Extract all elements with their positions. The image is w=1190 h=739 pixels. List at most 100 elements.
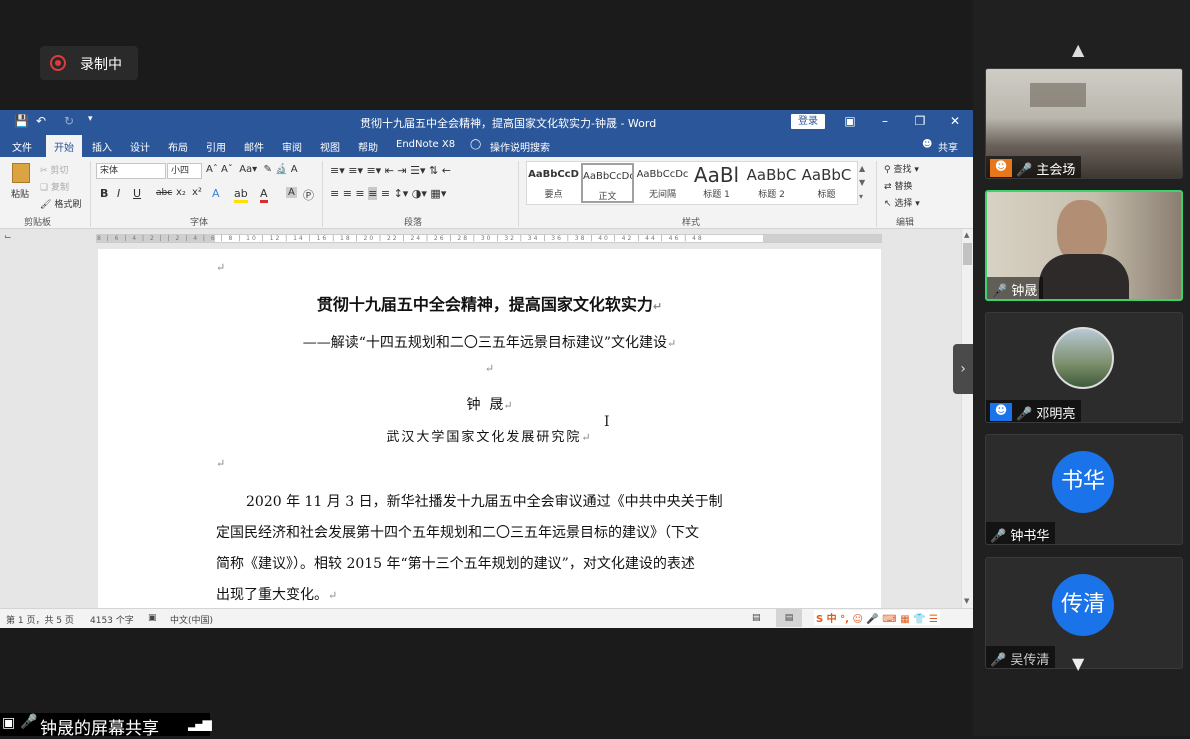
tab-view[interactable]: 视图 <box>320 139 340 154</box>
undo-icon[interactable]: ↶ <box>36 114 46 128</box>
font-name-select[interactable]: 宋体 <box>96 163 166 179</box>
italic-icon[interactable]: I <box>117 187 120 200</box>
participant-name-bar: 🎤 钟晟 <box>987 277 1044 299</box>
copy-button[interactable]: ❏ 复制 <box>40 180 69 193</box>
login-button[interactable]: 登录 <box>791 114 825 129</box>
redo-icon[interactable]: ↻ <box>64 114 74 128</box>
tab-review[interactable]: 审阅 <box>282 139 302 154</box>
tab-design[interactable]: 设计 <box>130 139 150 154</box>
paragraph-mark: ↵ <box>216 261 226 274</box>
doc-paragraph: 2020 年 11 月 3 日，新华社播发十九届五中全会审议通过《中共中央关于制… <box>216 487 764 611</box>
style-heading2[interactable]: AaBbC 标题 2 <box>745 163 798 203</box>
tab-mailings[interactable]: 邮件 <box>244 139 264 154</box>
record-dot-icon <box>50 55 66 71</box>
participant-tile[interactable]: ☻ 🎤 主会场 <box>985 68 1183 179</box>
page-count[interactable]: 第 1 页，共 5 页 <box>6 613 74 626</box>
subscript-icon[interactable]: x₂ <box>176 187 186 198</box>
underline-icon[interactable]: U <box>133 187 141 200</box>
text-cursor-icon: I <box>604 414 610 430</box>
tab-selector-icon[interactable]: ⌙ <box>4 232 12 242</box>
scroll-down-icon[interactable]: ▼ <box>964 597 969 605</box>
sogou-ime-icon[interactable]: S 中 °, ☺ 🎤 ⌨ ▦ 👕 ☰ <box>814 610 941 625</box>
paragraph-mark: ↵ <box>216 457 226 470</box>
horizontal-ruler[interactable]: 8 | 6 | 4 | 2 | | 2 | 4 | 6 | 8 | 10 | 1… <box>96 234 882 243</box>
paste-icon[interactable] <box>12 163 30 183</box>
print-layout-icon[interactable]: ▤ <box>776 609 802 627</box>
find-button[interactable]: ⚲ 查找 ▾ <box>884 162 919 175</box>
vertical-scrollbar[interactable]: ▲ ▼ <box>961 229 973 608</box>
tab-layout[interactable]: 布局 <box>168 139 188 154</box>
font-size-select[interactable]: 小四 <box>167 163 202 179</box>
select-button[interactable]: ↖ 选择 ▾ <box>884 196 920 209</box>
strikethrough-icon[interactable]: abc <box>156 188 172 198</box>
video-background <box>1030 83 1086 107</box>
divider <box>90 161 91 227</box>
tab-references[interactable]: 引用 <box>206 139 226 154</box>
proofing-icon[interactable]: ▣ <box>148 613 157 623</box>
word-count[interactable]: 4153 个字 <box>90 613 134 626</box>
ruler-ticks: 8 | 6 | 4 | 2 | | 2 | 4 | 6 | 8 | 10 | 1… <box>97 235 704 242</box>
ribbon-tabs: 文件 开始 插入 设计 布局 引用 邮件 审阅 视图 帮助 EndNote X8… <box>0 134 973 160</box>
speaker-body <box>1039 254 1129 299</box>
text-effects-icon[interactable]: A <box>212 187 220 200</box>
bold-icon[interactable]: B <box>100 187 108 200</box>
read-mode-icon[interactable]: ▤ <box>752 613 761 623</box>
language[interactable]: 中文(中国) <box>170 613 213 626</box>
cut-button[interactable]: ✂ 剪切 <box>40 163 68 176</box>
style-no-spacing[interactable]: AaBbCcDc 无间隔 <box>636 163 689 203</box>
tab-insert[interactable]: 插入 <box>92 139 112 154</box>
participant-tile[interactable]: ☻ 🎤 邓明亮 <box>985 312 1183 423</box>
style-normal[interactable]: AaBbCcDc 正文 <box>581 163 634 203</box>
scroll-up-icon[interactable]: ▲ <box>1072 40 1084 59</box>
font-color-icon[interactable]: A <box>260 187 268 203</box>
cursor-icon: ↖ <box>884 199 892 209</box>
char-shading-icon[interactable]: A <box>286 187 297 198</box>
scroll-up-icon[interactable]: ▲ <box>964 231 969 239</box>
paste-button[interactable]: 粘贴 <box>11 187 29 200</box>
tell-me-search[interactable]: 操作说明搜索 <box>490 139 550 154</box>
copy-icon: ❏ <box>40 183 49 193</box>
participant-tile[interactable]: 传清 🎤 吴传清 <box>985 557 1183 669</box>
enclose-char-icon[interactable]: Ⓟ <box>303 187 314 203</box>
window-title: 贯彻十九届五中全会精神，提高国家文化软实力-钟晟 - Word <box>360 117 657 130</box>
tab-endnote[interactable]: EndNote X8 <box>396 139 455 150</box>
replace-button[interactable]: ⇄ 替换 <box>884 179 912 192</box>
divider <box>876 161 877 227</box>
share-icon: ☻ <box>922 139 933 150</box>
tab-help[interactable]: 帮助 <box>358 139 378 154</box>
participant-name-bar: 🎤 钟书华 <box>986 522 1056 544</box>
ribbon: 粘贴 ✂ 剪切 ❏ 复制 🖌 格式刷 剪贴板 宋体 小四 Aˆ Aˇ Aa▾ ✎… <box>0 157 973 229</box>
collapse-panel-button[interactable]: › <box>953 344 973 394</box>
customize-qat-icon[interactable]: ▾ <box>88 114 93 124</box>
participant-tile-active-speaker[interactable]: 🎤 钟晟 <box>985 190 1183 301</box>
minimize-icon[interactable]: – <box>875 114 895 128</box>
scroll-down-icon[interactable]: ▼ <box>1072 654 1084 673</box>
superscript-icon[interactable]: x² <box>192 187 202 198</box>
clipboard-group-label: 剪贴板 <box>24 218 52 228</box>
paragraph-line: 定国民经济和社会发展第十四个五年规划和二〇三五年远景目标的建议》（下文 <box>216 525 699 541</box>
restore-icon[interactable]: ❐ <box>910 114 930 128</box>
style-title[interactable]: AaBbC 标题 <box>800 163 853 203</box>
find-label: 查找 <box>893 165 912 175</box>
format-painter-button[interactable]: 🖌 格式刷 <box>40 197 81 210</box>
styles-scroll-icon[interactable]: ▲ ▼ ▾ <box>859 162 865 204</box>
ribbon-display-icon[interactable]: ▣ <box>840 114 860 128</box>
tab-file[interactable]: 文件 <box>12 139 32 154</box>
highlight-icon[interactable]: ab <box>234 187 248 203</box>
paragraph-line: 简称《建议》）。相较 2015 年“第十三个五年规划的建议”，对文化建设的表述 <box>216 556 695 572</box>
align-buttons[interactable]: ≡ ≡ ≡ ≡ ≡ ↕▾ ◑▾ ▦▾ <box>330 187 446 200</box>
document-page[interactable]: ↵ 贯彻十九届五中全会精神，提高国家文化软实力↵ ——解读“十四五规划和二〇三五… <box>98 249 881 608</box>
participant-name: 钟书华 <box>1010 529 1050 544</box>
list-buttons[interactable]: ≡▾ ≡▾ ≡▾ ⇤ ⇥ ☰▾ ⇅ ← <box>330 164 451 177</box>
style-yaodian[interactable]: AaBbCcD 要点 <box>527 163 580 203</box>
close-icon[interactable]: ✕ <box>945 114 965 128</box>
save-icon[interactable]: 💾 <box>14 114 29 128</box>
share-button[interactable]: 共享 <box>938 139 958 154</box>
participant-tile[interactable]: 书华 🎤 钟书华 <box>985 434 1183 545</box>
font-size-tools[interactable]: Aˆ Aˇ Aa▾ ✎ 🔬 A <box>206 164 298 175</box>
style-heading1[interactable]: AaBl 标题 1 <box>690 163 743 203</box>
profile-photo <box>1052 327 1114 389</box>
scroll-thumb[interactable] <box>963 243 972 265</box>
participant-name-bar: ☻ 🎤 邓明亮 <box>986 400 1082 422</box>
search-icon: ⚲ <box>884 165 891 175</box>
